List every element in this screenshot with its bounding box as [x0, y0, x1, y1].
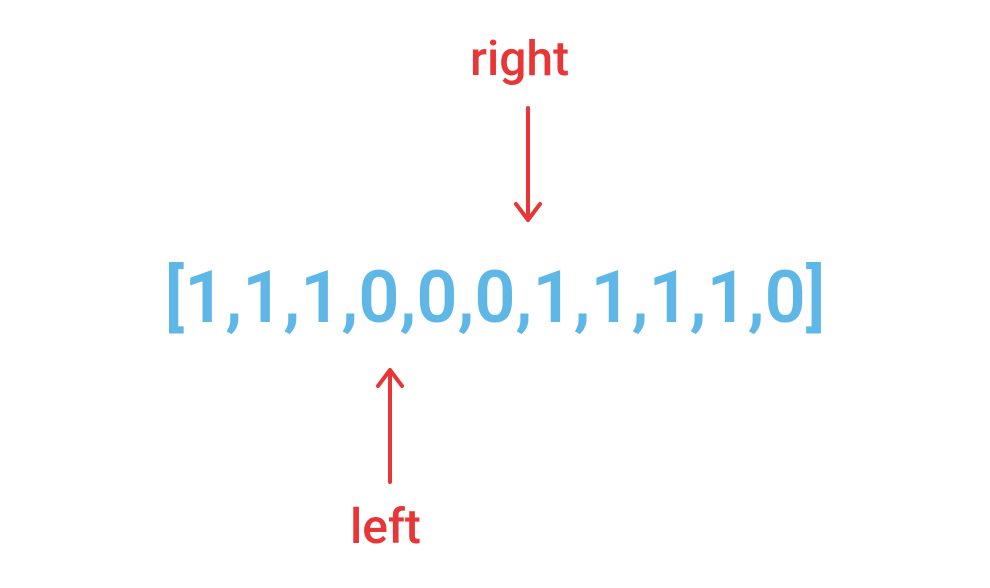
arrow-up-icon: [370, 360, 410, 490]
pointer-label-right: right: [470, 30, 569, 87]
pointer-label-left: left: [350, 498, 421, 555]
arrow-down-icon: [508, 100, 548, 230]
diagram-canvas: right [1,1,1,0,0,0,1,1,1,1,0] left: [0, 0, 990, 588]
array-display: [1,1,1,0,0,0,1,1,1,1,0]: [0, 255, 990, 340]
